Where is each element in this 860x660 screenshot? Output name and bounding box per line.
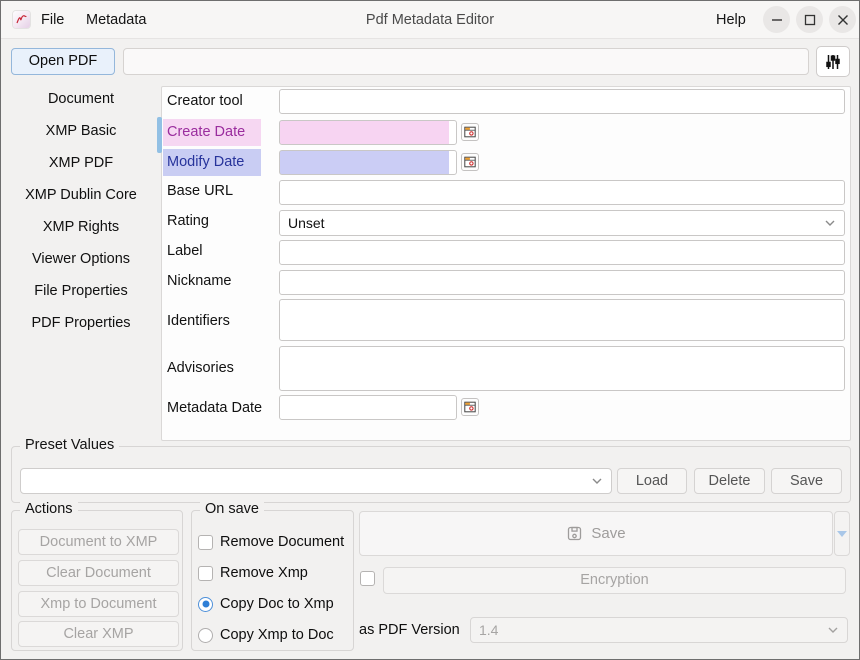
metadata-date-label: Metadata Date — [167, 395, 262, 421]
rating-select[interactable]: Unset — [279, 210, 845, 236]
nickname-input[interactable] — [279, 270, 845, 295]
creator-tool-label: Creator tool — [167, 88, 243, 114]
menu-metadata[interactable]: Metadata — [80, 1, 152, 39]
chevron-down-icon — [827, 626, 839, 635]
on-save-legend: On save — [200, 501, 264, 517]
modify-date-picker-button[interactable] — [461, 153, 479, 171]
pdf-version-select[interactable]: 1.4 — [470, 617, 848, 643]
sidebar-item-pdf-properties[interactable]: PDF Properties — [1, 307, 161, 339]
copy-doc-to-xmp-label: Copy Doc to Xmp — [220, 596, 334, 612]
calendar-icon — [464, 156, 476, 168]
create-date-picker-button[interactable] — [461, 123, 479, 141]
sidebar-item-viewer-options[interactable]: Viewer Options — [1, 243, 161, 275]
menu-help[interactable]: Help — [710, 1, 752, 39]
modify-date-label: Modify Date — [163, 149, 261, 176]
actions-group: Actions Document to XMP Clear Document X… — [11, 510, 183, 651]
maximize-button[interactable] — [796, 6, 823, 33]
copy-doc-to-xmp-option[interactable]: Copy Doc to Xmp — [198, 596, 334, 612]
chevron-down-icon — [824, 219, 836, 228]
actions-legend: Actions — [20, 501, 78, 517]
preset-values-legend: Preset Values — [20, 437, 119, 453]
remove-document-checkbox[interactable] — [198, 535, 213, 550]
copy-xmp-to-doc-radio[interactable] — [198, 628, 213, 643]
modify-date-input[interactable] — [279, 150, 457, 175]
remove-xmp-label: Remove Xmp — [220, 565, 308, 581]
creator-tool-input[interactable] — [279, 89, 845, 114]
xmp-to-document-button[interactable]: Xmp to Document — [18, 591, 179, 617]
remove-xmp-checkbox[interactable] — [198, 566, 213, 581]
calendar-icon — [464, 126, 476, 138]
label-field-label: Label — [167, 238, 202, 264]
document-to-xmp-button[interactable]: Document to XMP — [18, 529, 179, 555]
sidebar-item-xmp-rights[interactable]: XMP Rights — [1, 211, 161, 243]
clear-document-button[interactable]: Clear Document — [18, 560, 179, 586]
save-options-dropdown-button[interactable] — [834, 511, 850, 556]
identifiers-label: Identifiers — [167, 308, 230, 334]
chevron-down-icon — [591, 477, 603, 486]
advisories-textarea[interactable] — [279, 346, 845, 391]
preset-delete-button[interactable]: Delete — [694, 468, 765, 494]
save-button[interactable]: Save — [359, 511, 833, 556]
pdf-logo-icon — [13, 11, 30, 28]
rating-selected-value: Unset — [288, 215, 325, 231]
metadata-date-input[interactable] — [279, 395, 457, 420]
base-url-label: Base URL — [167, 178, 233, 204]
sidebar-item-file-properties[interactable]: File Properties — [1, 275, 161, 307]
metadata-date-picker-button[interactable] — [461, 398, 479, 416]
remove-xmp-option[interactable]: Remove Xmp — [198, 565, 308, 581]
sidebar-selection-indicator — [157, 117, 162, 153]
minimize-button[interactable] — [763, 6, 790, 33]
sidebar-item-xmp-basic[interactable]: XMP Basic — [1, 115, 161, 147]
xmp-basic-panel: Creator tool Create Date Modify Date Bas… — [161, 86, 851, 441]
base-url-input[interactable] — [279, 180, 845, 205]
open-pdf-button[interactable]: Open PDF — [11, 48, 115, 75]
sliders-icon — [825, 54, 841, 70]
create-date-input[interactable] — [279, 120, 457, 145]
app-window: File Metadata Pdf Metadata Editor Help O… — [0, 0, 860, 660]
advisories-label: Advisories — [167, 355, 234, 381]
close-button[interactable] — [829, 6, 856, 33]
encryption-checkbox[interactable] — [360, 571, 375, 586]
create-date-label: Create Date — [163, 119, 261, 146]
rating-label: Rating — [167, 208, 209, 234]
copy-xmp-to-doc-label: Copy Xmp to Doc — [220, 627, 334, 643]
floppy-disk-icon — [566, 525, 583, 542]
preset-values-combo[interactable] — [20, 468, 612, 494]
pdf-version-label: as PDF Version — [359, 620, 460, 641]
menu-bar: File Metadata Pdf Metadata Editor Help — [1, 1, 859, 39]
preset-values-group: Preset Values Load Delete Save — [11, 446, 851, 503]
remove-document-label: Remove Document — [220, 534, 344, 550]
calendar-icon — [464, 401, 476, 413]
remove-document-option[interactable]: Remove Document — [198, 534, 344, 550]
pdf-version-value: 1.4 — [479, 622, 498, 638]
sidebar-item-xmp-pdf[interactable]: XMP PDF — [1, 147, 161, 179]
encryption-button[interactable]: Encryption — [383, 567, 846, 594]
on-save-group: On save Remove Document Remove Xmp Copy … — [191, 510, 354, 651]
triangle-down-icon — [837, 531, 847, 537]
nickname-label: Nickname — [167, 268, 231, 294]
label-input[interactable] — [279, 240, 845, 265]
file-path-input[interactable] — [123, 48, 809, 75]
sidebar-item-document[interactable]: Document — [1, 83, 161, 115]
settings-button[interactable] — [816, 46, 850, 77]
clear-xmp-button[interactable]: Clear XMP — [18, 621, 179, 647]
preset-save-button[interactable]: Save — [771, 468, 842, 494]
copy-doc-to-xmp-radio[interactable] — [198, 597, 213, 612]
sidebar-item-xmp-dublin-core[interactable]: XMP Dublin Core — [1, 179, 161, 211]
menu-file[interactable]: File — [35, 1, 70, 39]
identifiers-textarea[interactable] — [279, 299, 845, 341]
save-button-label: Save — [591, 525, 625, 542]
copy-xmp-to-doc-option[interactable]: Copy Xmp to Doc — [198, 627, 334, 643]
preset-load-button[interactable]: Load — [617, 468, 687, 494]
